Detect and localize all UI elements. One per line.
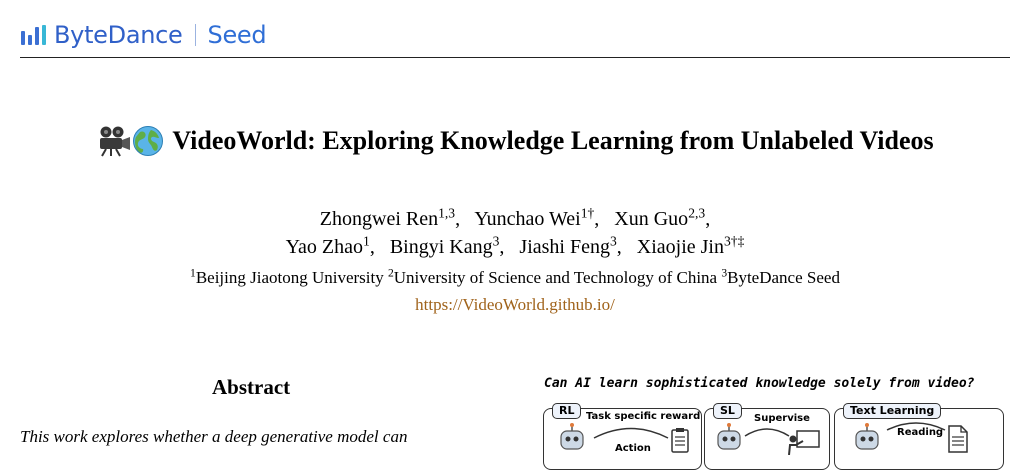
sub-brand-name: Seed [207, 21, 267, 49]
affiliation: University of Science and Technology of … [393, 268, 718, 287]
figure-panel-rl: RL Task specific reward Action [543, 403, 702, 470]
clipboard-icon [671, 428, 689, 453]
panel-caption: Task specific reward [586, 411, 701, 422]
title-row: VideoWorld: Exploring Knowledge Learning… [0, 116, 1030, 166]
bytedance-seed-logo: ByteDance Seed [21, 20, 267, 50]
author: Xiaojie Jin3†‡ [636, 233, 745, 258]
figure-panel-sl: SL Supervise [704, 403, 830, 470]
affiliation: Beijing Jiaotong University [195, 268, 384, 287]
arc-arrow-icon [886, 422, 946, 431]
panel-tag: Text Learning [843, 403, 942, 419]
panel-tag: SL [713, 403, 742, 419]
author-line-1: Zhongwei Ren1,3, Yunchao Wei1†, Xun Guo2… [0, 205, 1030, 231]
affiliations: 1Beijing Jiaotong University 2University… [190, 266, 840, 287]
robot-icon [717, 423, 741, 450]
figure-panel-text-learning: Text Learning Reading [834, 403, 1004, 470]
header-rule [20, 57, 1010, 58]
arc-arrow-icon [593, 427, 669, 439]
affiliation: ByteDance Seed [727, 268, 840, 287]
teacher-board-icon [788, 430, 820, 455]
abstract-heading: Abstract [212, 375, 291, 399]
author: Yunchao Wei1†, [474, 205, 600, 230]
robot-icon [560, 423, 584, 450]
panel-caption: Supervise [754, 413, 810, 424]
document-icon [948, 425, 968, 453]
author: Bingyi Kang3, [389, 233, 505, 258]
paper-title: VideoWorld: Exploring Knowledge Learning… [172, 126, 934, 155]
panel-tag: RL [552, 403, 582, 419]
author-line-2: Yao Zhao1, Bingyi Kang3, Jiashi Feng3, X… [0, 233, 1030, 259]
movie-camera-icon [100, 126, 131, 157]
globe-icon [133, 126, 164, 156]
author: Yao Zhao1, [285, 233, 375, 258]
project-url-link[interactable]: https://VideoWorld.github.io/ [0, 295, 1030, 315]
brand-name: ByteDance [54, 21, 183, 49]
bytedance-logo-icon [21, 25, 46, 45]
abstract-text: This work explores whether a deep genera… [20, 427, 408, 446]
arc-arrow-icon [744, 428, 790, 437]
figure-question: Can AI learn sophisticated knowledge sol… [544, 376, 975, 391]
author: Xun Guo2,3, [614, 205, 711, 230]
robot-icon [855, 423, 879, 450]
author: Jiashi Feng3, [519, 233, 622, 258]
author: Zhongwei Ren1,3, [319, 205, 461, 230]
panel-sub-caption: Action [615, 443, 651, 454]
logo-divider [194, 24, 196, 46]
